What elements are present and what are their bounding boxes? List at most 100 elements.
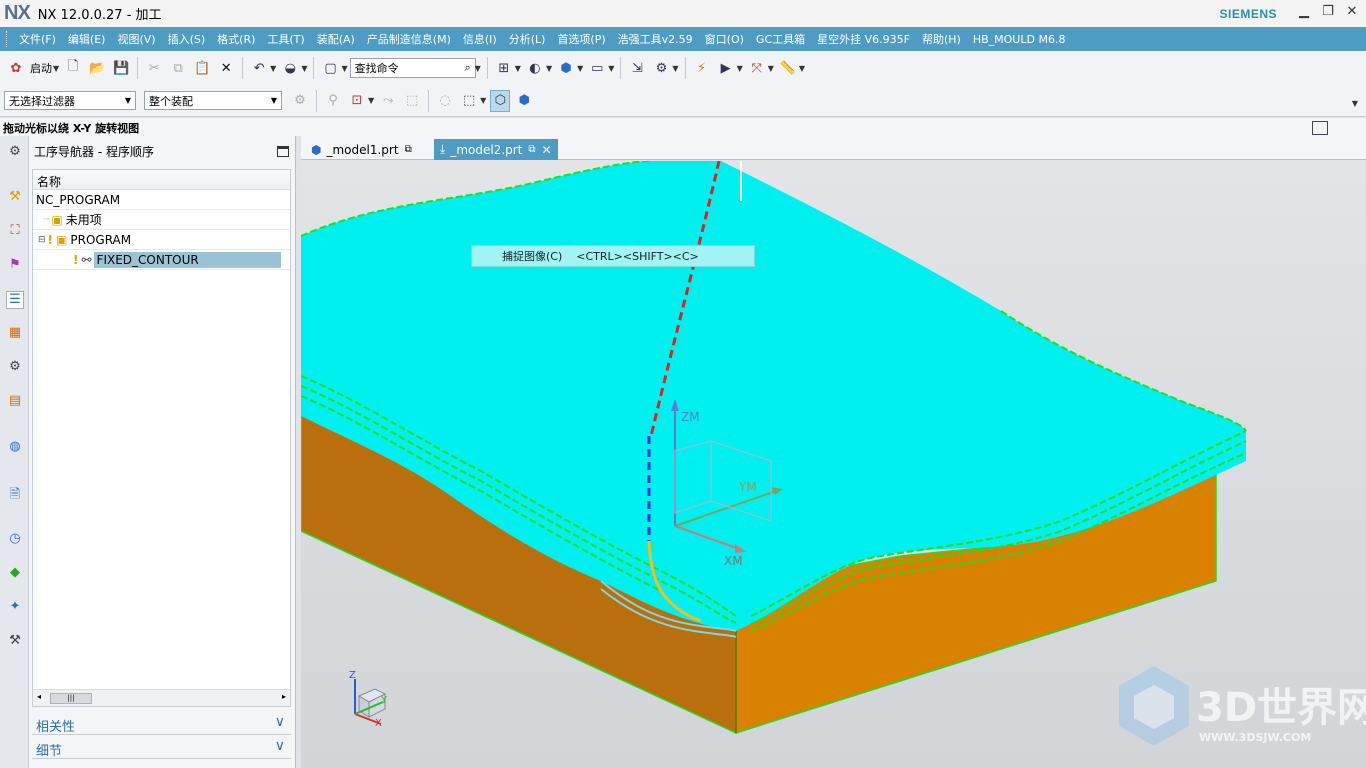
start-icon[interactable]: ✿: [6, 57, 26, 79]
generate-toolpath-icon[interactable]: ⚡: [692, 57, 712, 79]
palette-icon[interactable]: ◆: [6, 565, 24, 583]
cube-view-icon[interactable]: ⬢: [556, 57, 576, 79]
new-file-icon[interactable]: 🗋: [63, 57, 83, 79]
capture-image-menu-item[interactable]: 捕捉图像(C) <CTRL><SHIFT><C>: [471, 245, 755, 267]
point-snap-icon[interactable]: ⊡: [347, 90, 367, 112]
operation-navigator-icon[interactable]: ☰: [6, 291, 24, 309]
snap-options-dropdown-icon[interactable]: ▼: [672, 64, 678, 73]
background-dropdown-icon[interactable]: ▼: [608, 64, 614, 73]
restore-icon[interactable]: ❐: [1318, 4, 1338, 22]
gear-icon[interactable]: ⚙: [6, 144, 24, 162]
system-visualization-icon[interactable]: ✦: [6, 599, 24, 617]
toolbar-overflow-icon[interactable]: ▼: [1352, 99, 1358, 108]
search-icon[interactable]: ⌕: [464, 61, 470, 75]
open-folder-icon[interactable]: 📂: [87, 57, 107, 79]
graphics-viewport[interactable]: ZM YM XM Z Y X 3D世界网 WWW.3DSJW.COM: [301, 161, 1366, 768]
menu-file[interactable]: 文件(F): [19, 31, 56, 47]
reuse-library-icon[interactable]: ⚙: [6, 359, 24, 377]
snap-disabled-icon[interactable]: ⚲: [323, 90, 343, 112]
snap-point-icon[interactable]: ⇲: [627, 57, 647, 79]
component-filter-icon[interactable]: ⚙: [290, 90, 310, 112]
history-icon[interactable]: ◷: [6, 531, 24, 549]
undo-icon[interactable]: ↶: [249, 57, 269, 79]
shaded-dropdown-icon[interactable]: ▼: [546, 64, 552, 73]
start-button[interactable]: 启动: [30, 57, 52, 79]
menu-hb-mould[interactable]: HB_MOULD M6.8: [973, 33, 1066, 46]
tab-model1[interactable]: ⬢ _model1.prt ⧉: [305, 139, 418, 160]
select-rect-dropdown-icon[interactable]: ▼: [341, 64, 347, 73]
measure-dropdown-icon[interactable]: ▼: [799, 64, 805, 73]
tree-row-program[interactable]: ⊟ ! ▣ PROGRAM: [33, 230, 290, 250]
start-dropdown-icon[interactable]: ▼: [53, 64, 59, 73]
paste-icon[interactable]: 📋: [192, 57, 212, 79]
copy-icon[interactable]: ⧉: [168, 57, 188, 79]
menu-window[interactable]: 窗口(O): [705, 31, 744, 47]
point-snap-dropdown-icon[interactable]: ▼: [368, 96, 374, 105]
verify-dropdown-icon[interactable]: ▼: [737, 64, 743, 73]
section-dependencies[interactable]: 相关性 ∨: [32, 713, 291, 735]
cut-icon[interactable]: ✂: [144, 57, 164, 79]
search-dropdown-icon[interactable]: ▼: [475, 64, 481, 73]
box-select-icon[interactable]: ⬚: [459, 90, 479, 112]
machine-tool-navigator-icon[interactable]: ⚒: [6, 189, 24, 207]
snap-face-icon[interactable]: ⬚: [402, 90, 422, 112]
postprocess-icon[interactable]: ⤧: [747, 57, 767, 79]
maximize-icon[interactable]: [277, 146, 289, 157]
menu-haoqiang-tools[interactable]: 浩强工具v2.59: [618, 31, 693, 47]
wrench-icon[interactable]: ⚒: [6, 633, 24, 651]
collapse-icon[interactable]: ⊟: [38, 235, 46, 245]
document-icon[interactable]: 🗎: [6, 485, 24, 503]
menu-insert[interactable]: 插入(S): [168, 31, 206, 47]
lasso-select-icon[interactable]: ◌: [435, 90, 455, 112]
wireframe-toggle-icon[interactable]: ⬡: [490, 89, 511, 112]
assembly-scope-select[interactable]: 整个装配 ▼: [144, 91, 282, 110]
menu-preferences[interactable]: 首选项(P): [557, 31, 605, 47]
tree-row-fixed-contour[interactable]: ! ⚯ FIXED_CONTOUR: [33, 250, 290, 270]
geometry-navigator-icon[interactable]: ⛶: [6, 223, 24, 241]
scroll-thumb[interactable]: |||: [50, 693, 92, 704]
method-navigator-icon[interactable]: ⚑: [6, 257, 24, 275]
undo-dropdown-icon[interactable]: ▼: [270, 64, 276, 73]
scroll-left-icon[interactable]: ◂: [37, 692, 41, 701]
role-icon[interactable]: ▤: [6, 393, 24, 411]
command-search-input[interactable]: 查找命令 ⌕: [349, 58, 476, 78]
tab-model2[interactable]: ⤓ _model2.prt ⧉ ✕: [434, 139, 558, 160]
selection-filter-select[interactable]: 无选择过滤器 ▼: [4, 91, 136, 110]
full-screen-icon[interactable]: [1312, 121, 1328, 135]
menu-view[interactable]: 视图(V): [117, 31, 155, 47]
menu-format[interactable]: 格式(R): [217, 31, 255, 47]
shaded-icon[interactable]: ◐: [525, 57, 545, 79]
close-icon[interactable]: ✕: [1342, 4, 1362, 22]
menu-analysis[interactable]: 分析(L): [509, 31, 546, 47]
minimize-icon[interactable]: ▁: [1294, 4, 1314, 22]
solid-body-icon[interactable]: ⬢: [514, 90, 534, 112]
menu-xingkong-plugin[interactable]: 星空外挂 V6.935F: [817, 31, 910, 47]
render-style-icon[interactable]: ◒: [280, 57, 300, 79]
select-rect-icon[interactable]: ▢: [320, 57, 340, 79]
menu-gc-toolkit[interactable]: GC工具箱: [756, 31, 805, 47]
snap-options-icon[interactable]: ⚙: [651, 57, 671, 79]
menu-info[interactable]: 信息(I): [463, 31, 497, 47]
menu-edit[interactable]: 编辑(E): [68, 31, 106, 47]
menu-pmi[interactable]: 产品制造信息(M): [367, 31, 451, 47]
fit-view-icon[interactable]: ⊞: [494, 57, 514, 79]
verify-toolpath-icon[interactable]: ▶: [716, 57, 736, 79]
column-header-name[interactable]: 名称: [33, 170, 290, 190]
delete-icon[interactable]: ✕: [216, 57, 236, 79]
horizontal-scrollbar[interactable]: ◂ ||| ▸: [33, 689, 290, 706]
menu-assembly[interactable]: 装配(A): [317, 31, 355, 47]
background-icon[interactable]: ▭: [587, 57, 607, 79]
render-style-dropdown-icon[interactable]: ▼: [301, 64, 307, 73]
section-details[interactable]: 细节 ∨: [32, 737, 291, 759]
measure-icon[interactable]: 📏: [778, 57, 798, 79]
scroll-right-icon[interactable]: ▸: [282, 692, 286, 701]
snap-curve-icon[interactable]: ⤳: [378, 90, 398, 112]
box-select-dropdown-icon[interactable]: ▼: [480, 96, 486, 105]
save-icon[interactable]: 💾: [111, 57, 131, 79]
tree-row-nc-program[interactable]: NC_PROGRAM: [33, 190, 290, 210]
tree-row-unused-items[interactable]: ┈ ▣ 未用项: [33, 210, 290, 230]
postprocess-dropdown-icon[interactable]: ▼: [768, 64, 774, 73]
menu-tools[interactable]: 工具(T): [267, 31, 304, 47]
web-browser-icon[interactable]: ◍: [6, 439, 24, 457]
fit-view-dropdown-icon[interactable]: ▼: [515, 64, 521, 73]
